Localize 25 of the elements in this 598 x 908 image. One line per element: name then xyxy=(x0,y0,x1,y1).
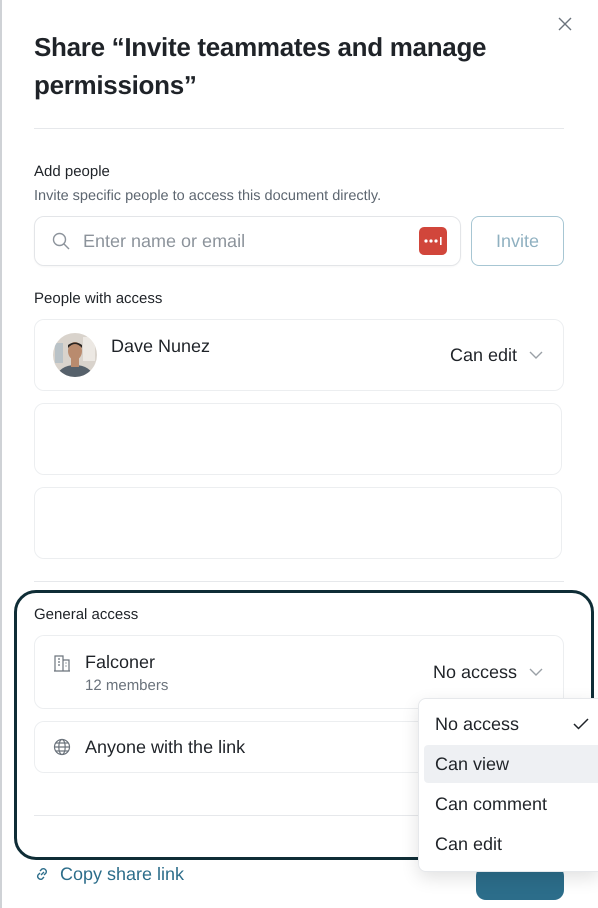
close-icon[interactable] xyxy=(558,17,572,31)
person-name: Dave Nunez xyxy=(111,336,212,357)
search-field[interactable]: Enter name or email xyxy=(34,216,461,266)
dialog-title: Share “Invite teammates and manage permissions” xyxy=(34,31,488,102)
copy-link[interactable]: Copy share link xyxy=(34,864,184,884)
building-icon xyxy=(53,654,71,672)
permission-dropdown[interactable]: No access xyxy=(432,662,543,682)
globe-icon xyxy=(53,738,71,756)
organization-name: Falconer xyxy=(85,652,156,673)
section-heading: People with access xyxy=(34,290,164,307)
menu-item[interactable]: No access xyxy=(424,705,598,743)
link-access-label: Anyone with the link xyxy=(85,736,246,758)
menu-item[interactable]: Can edit xyxy=(424,825,598,863)
section-heading: General access xyxy=(34,606,140,623)
link-icon xyxy=(34,866,50,882)
section-description: Invite specific people to access this document directly. xyxy=(34,188,382,204)
member-count: 12 members xyxy=(85,677,170,694)
section-heading: Add people xyxy=(34,163,111,180)
password-manager-icon[interactable] xyxy=(419,227,447,255)
menu-item[interactable]: Can comment xyxy=(424,785,598,823)
menu-item[interactable]: Can view xyxy=(424,745,598,783)
chevron-down-icon xyxy=(529,351,543,359)
chevron-down-icon xyxy=(529,668,543,676)
search-icon xyxy=(52,232,70,250)
permission-dropdown[interactable]: Can edit xyxy=(450,344,543,366)
